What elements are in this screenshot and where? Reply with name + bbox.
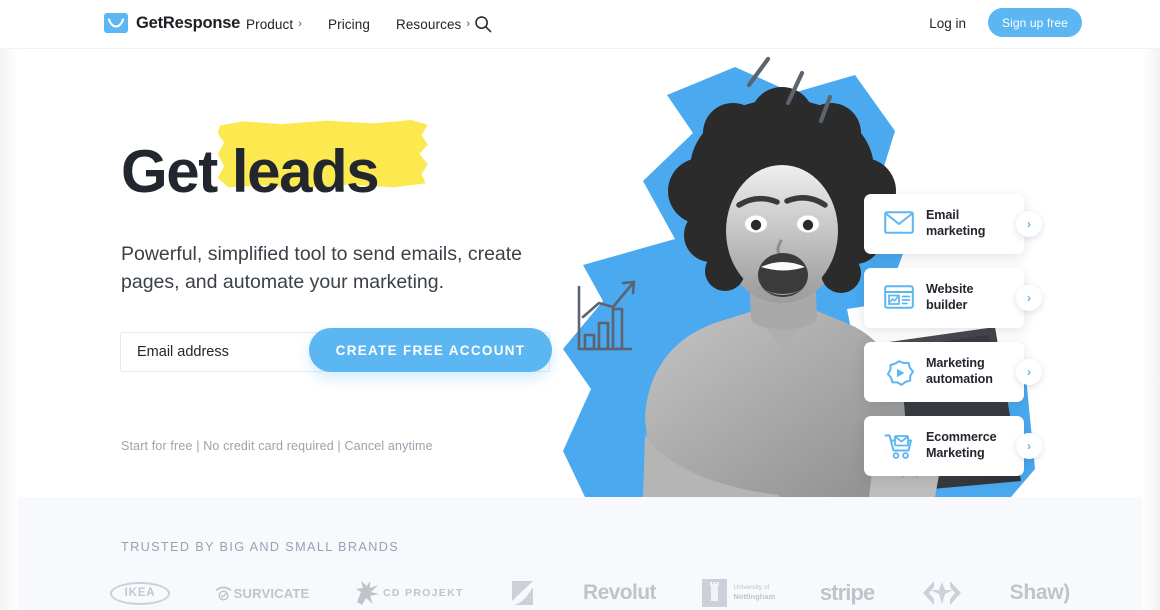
envelope-logo-icon	[104, 13, 128, 33]
brand-logo-row: IKEA SURVICATE CD PROJEKT Revolut Univer…	[110, 573, 1070, 610]
cd-projekt-mark-icon	[356, 581, 380, 605]
brand-logo-zendesk	[508, 575, 538, 610]
feature-card-label: Ecommerce Marketing	[926, 430, 997, 460]
hero-subheading: Powerful, simplified tool to send emails…	[121, 243, 523, 293]
chevron-right-icon: ›	[298, 18, 302, 30]
nottingham-crest-icon	[701, 579, 727, 607]
chevron-right-icon[interactable]: ›	[1016, 285, 1042, 311]
site-header: GetResponse Product › Pricing Resources …	[0, 0, 1160, 49]
chevron-right-icon[interactable]: ›	[1016, 433, 1042, 459]
feature-card-ecommerce-marketing[interactable]: Ecommerce Marketing ›	[864, 416, 1042, 476]
create-free-account-button[interactable]: CREATE FREE ACCOUNT	[309, 328, 552, 372]
login-link[interactable]: Log in	[929, 16, 966, 31]
carrefour-mark-icon	[923, 581, 961, 605]
nav-item-pricing[interactable]: Pricing	[328, 17, 370, 32]
search-icon[interactable]	[474, 15, 492, 33]
zendesk-mark-icon	[512, 581, 534, 605]
logo[interactable]: GetResponse	[104, 13, 240, 33]
feature-card-label: Email marketing	[926, 208, 986, 238]
headline-part-2: leads	[231, 138, 380, 205]
nav-label: Pricing	[328, 17, 370, 32]
chevron-right-icon: ›	[466, 18, 471, 30]
trusted-by-section: TRUSTED BY BIG AND SMALL BRANDS IKEA SUR…	[0, 497, 1160, 610]
main-nav: Product › Pricing Resources ›	[246, 0, 496, 49]
hero-headline: Get leads	[121, 120, 428, 205]
brand-logo-cd-projekt: CD PROJEKT	[354, 575, 464, 610]
chevron-right-icon[interactable]: ›	[1016, 359, 1042, 385]
page-left-gutter	[0, 0, 18, 610]
page-right-gutter	[1142, 0, 1160, 610]
feature-card-list: Email marketing › Website builder › Mark…	[864, 194, 1042, 490]
website-icon	[884, 285, 914, 311]
nav-label: Resources	[395, 17, 462, 32]
feature-card-label: Website builder	[926, 282, 974, 312]
signup-legal-text: Start for free | No credit card required…	[121, 439, 433, 453]
brand-logo-survicate: SURVICATE	[215, 575, 310, 610]
feature-card-marketing-automation[interactable]: Marketing automation ›	[864, 342, 1042, 402]
envelope-icon	[884, 211, 914, 237]
trusted-by-title: TRUSTED BY BIG AND SMALL BRANDS	[121, 540, 400, 554]
page-root: GetResponse Product › Pricing Resources …	[0, 0, 1160, 610]
chevron-right-icon[interactable]: ›	[1016, 211, 1042, 237]
gear-play-icon	[884, 359, 914, 386]
survicate-mark-icon	[215, 586, 231, 601]
feature-card-email-marketing[interactable]: Email marketing ›	[864, 194, 1042, 254]
brand-logo-carrefour	[919, 575, 965, 610]
brand-logo-revolut: Revolut	[583, 581, 656, 604]
nav-label: Product	[246, 17, 294, 32]
feature-card-website-builder[interactable]: Website builder ›	[864, 268, 1042, 328]
feature-card-label: Marketing automation	[926, 356, 993, 386]
hero-section: Get leads Powerful, simplified tool to s…	[0, 49, 1160, 497]
shopping-cart-icon	[884, 433, 914, 459]
brand-logo-ikea: IKEA	[110, 575, 170, 610]
brand-logo-stripe: stripe	[819, 580, 875, 605]
nav-item-resources[interactable]: Resources ›	[396, 17, 470, 32]
brand-logo-university-of-nottingham: University of Nottingham	[701, 575, 775, 610]
nav-item-product[interactable]: Product ›	[246, 17, 302, 32]
signup-free-button[interactable]: Sign up free	[988, 8, 1082, 37]
logo-text: GetResponse	[136, 13, 241, 32]
headline-part-1: Get	[121, 138, 218, 205]
brand-logo-shaw: Shaw)	[1009, 581, 1071, 604]
